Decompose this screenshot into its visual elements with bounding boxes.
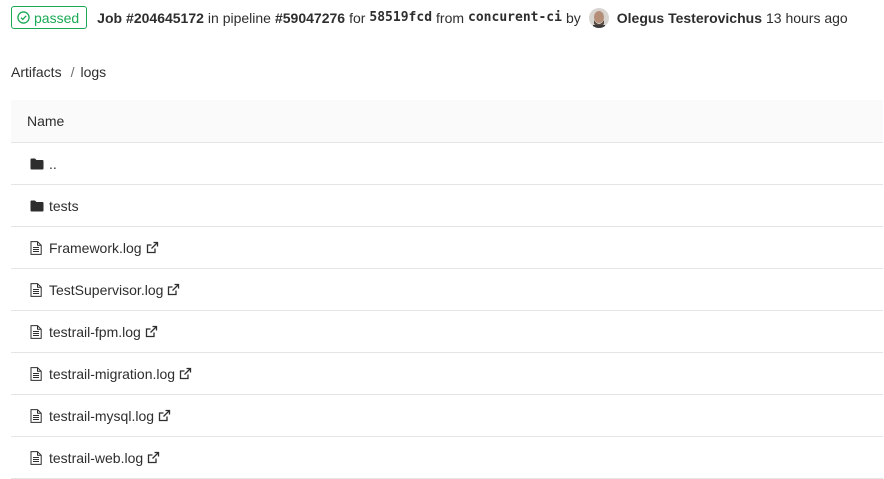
branch-link[interactable]: concurent-ci: [468, 10, 562, 25]
breadcrumb: Artifacts / logs: [11, 64, 106, 80]
row-name[interactable]: testrail-fpm.log: [49, 324, 141, 340]
external-link-icon[interactable]: [146, 241, 159, 254]
in-pipeline-text: in pipeline: [207, 9, 271, 26]
by-text: by: [565, 9, 581, 26]
from-text: from: [436, 9, 465, 26]
table-header: Name: [11, 100, 883, 143]
user-avatar-icon: [588, 7, 609, 28]
time-ago: 13 hours ago: [765, 9, 848, 26]
table-row[interactable]: testrail-web.log: [11, 437, 883, 479]
file-text-icon: [30, 450, 44, 465]
external-link-icon[interactable]: [147, 451, 160, 464]
breadcrumb-current: logs: [80, 64, 107, 80]
external-link-icon[interactable]: [145, 325, 158, 338]
file-text-icon: [30, 366, 44, 381]
check-circle-icon: [17, 11, 30, 24]
folder-icon: [30, 199, 44, 213]
external-link-icon[interactable]: [179, 367, 192, 380]
table-row[interactable]: TestSupervisor.log: [11, 269, 883, 311]
external-link-icon[interactable]: [158, 409, 171, 422]
job-prefix: Job: [97, 9, 123, 26]
table-row[interactable]: testrail-migration.log: [11, 353, 883, 395]
breadcrumb-separator: /: [70, 64, 75, 80]
file-text-icon: [30, 240, 44, 255]
breadcrumb-artifacts[interactable]: Artifacts: [11, 64, 62, 80]
table-row[interactable]: tests: [11, 185, 883, 227]
external-link-icon[interactable]: [167, 283, 180, 296]
table-row[interactable]: testrail-fpm.log: [11, 311, 883, 353]
file-text-icon: [30, 282, 44, 297]
table-row[interactable]: ..: [11, 143, 883, 185]
row-name[interactable]: testrail-migration.log: [49, 366, 175, 382]
for-text: for: [349, 9, 366, 26]
file-text-icon: [30, 324, 44, 339]
row-name[interactable]: tests: [49, 198, 79, 214]
row-name[interactable]: testrail-web.log: [49, 450, 143, 466]
pipeline-link[interactable]: #59047276: [275, 10, 345, 26]
job-header: passed Job #204645172 in pipeline #59047…: [11, 6, 881, 29]
user-link[interactable]: Olegus Testerovichus: [617, 10, 762, 26]
column-name: Name: [27, 113, 65, 129]
row-name[interactable]: Framework.log: [49, 240, 142, 256]
artifacts-table: Name .. tests Framework.log TestSupervis…: [11, 100, 883, 479]
status-label: passed: [34, 9, 80, 26]
folder-icon: [30, 157, 44, 171]
job-id: #204645172: [126, 9, 204, 26]
table-row[interactable]: Framework.log: [11, 227, 883, 269]
commit-link[interactable]: 58519fcd: [369, 10, 432, 25]
table-row[interactable]: testrail-mysql.log: [11, 395, 883, 437]
row-name[interactable]: testrail-mysql.log: [49, 408, 154, 424]
status-badge[interactable]: passed: [11, 6, 88, 29]
file-text-icon: [30, 408, 44, 423]
avatar[interactable]: [588, 7, 609, 28]
row-name[interactable]: TestSupervisor.log: [49, 282, 163, 298]
row-name[interactable]: ..: [49, 156, 57, 172]
